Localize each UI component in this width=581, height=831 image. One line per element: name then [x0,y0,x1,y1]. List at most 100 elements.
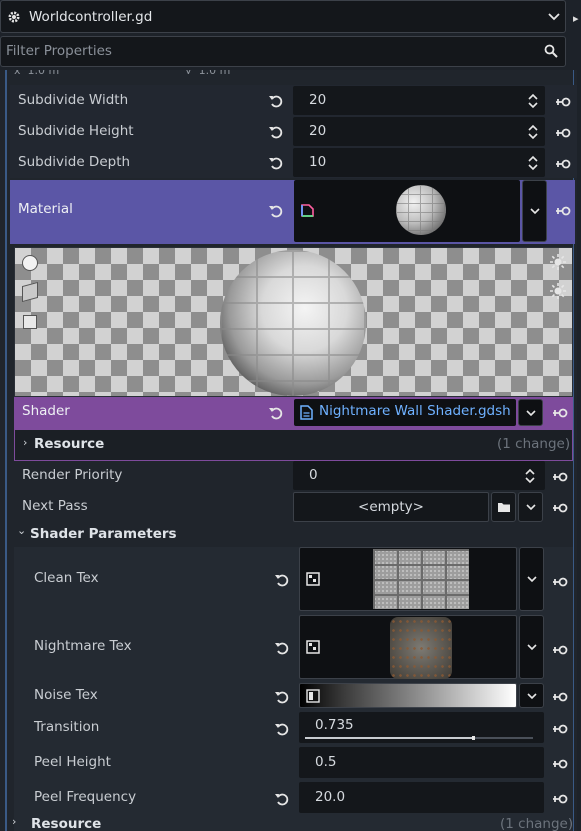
next-pass-label: Next Pass [22,498,88,514]
pin-icon[interactable] [552,644,568,656]
subdivide-height-field[interactable]: 20 [293,117,545,146]
next-pass-dropdown-button[interactable] [518,492,543,522]
object-selector[interactable]: Worldcontroller.gd [0,0,566,33]
spin-arrows-icon[interactable] [527,93,539,109]
revert-icon[interactable] [274,689,290,705]
noise-tex-label: Noise Tex [34,687,98,703]
quad-preview-icon[interactable] [23,315,37,329]
chevron-down-icon [527,576,537,583]
noise-tex-field[interactable] [299,683,517,708]
nesting-line [5,70,7,831]
resource-outer-row[interactable]: › Resource (1 change) [10,815,575,831]
preview-sphere [220,250,366,396]
revert-icon[interactable] [268,93,284,109]
pin-icon[interactable] [552,723,568,735]
chevron-down-icon [526,410,536,417]
chevron-right-icon: › [12,815,17,828]
material-preview [14,247,573,397]
box-preview-icon[interactable] [22,281,38,303]
pin-icon[interactable] [552,407,568,419]
spin-arrows-icon[interactable] [527,155,539,171]
pin-icon[interactable] [555,158,571,170]
subdivide-height-label: Subdivide Height [18,123,134,139]
revert-icon[interactable] [274,791,290,807]
pin-icon[interactable] [555,127,571,139]
peel-height-field[interactable]: 0.5 [299,747,544,778]
shader-resource-field[interactable]: Nightmare Wall Shader.gdsh [294,399,516,426]
resource-outer-changes: (1 change) [500,816,574,831]
chevron-down-icon [530,208,540,215]
resource-outer-label: Resource [31,816,102,831]
nightmare-tex-dropdown-button[interactable] [519,615,544,679]
spin-arrows-icon[interactable] [527,124,539,140]
revert-icon[interactable] [268,124,284,140]
next-pass-value: <empty> [358,499,424,515]
transition-slider-track[interactable] [305,736,533,740]
clean-tex-thumbnail [373,549,469,609]
gear-icon [8,11,20,23]
next-pass-field[interactable]: <empty> [293,492,489,522]
transition-field[interactable]: 0.735 [299,712,544,743]
gradient-icon [306,689,320,703]
transition-slider-grabber[interactable] [471,736,475,740]
nightmare-tex-field[interactable] [299,615,517,679]
pin-icon[interactable] [552,502,568,514]
pin-icon[interactable] [552,691,568,703]
pin-icon[interactable] [552,793,568,805]
material-resource-field[interactable] [294,180,520,242]
revert-icon[interactable] [268,203,284,219]
inspector-panel: x 1.0 m y 1.0 m Subdivide Width 20 Subdi… [0,70,577,831]
shader-dropdown-button[interactable] [518,399,543,426]
material-preview-thumbnail [396,185,446,235]
next-pass-load-button[interactable] [491,492,516,522]
peel-height-value: 0.5 [315,754,337,770]
spin-arrows-icon[interactable] [524,468,536,484]
overflow-icon[interactable]: ▸ [573,12,581,25]
filter-input[interactable] [6,43,526,59]
resource-inner-changes: (1 change) [497,436,571,452]
resource-inner-label: Resource [34,436,105,452]
light-toggle-icon[interactable] [550,254,566,270]
peel-frequency-value: 20.0 [315,789,346,805]
peel-frequency-field[interactable]: 20.0 [299,782,544,813]
transition-slider-fill [305,737,473,739]
subdivide-depth-field[interactable]: 10 [293,148,545,177]
material-label: Material [18,201,73,217]
search-icon[interactable] [544,44,558,58]
clean-tex-label: Clean Tex [34,570,99,586]
revert-icon[interactable] [274,640,290,656]
render-priority-value: 0 [309,467,318,483]
folder-icon [498,503,510,512]
pin-icon[interactable] [552,471,568,483]
pin-icon[interactable] [552,576,568,588]
noise-tex-dropdown-button[interactable] [519,683,544,708]
texture-icon [306,572,320,586]
revert-icon[interactable] [268,405,284,421]
subdivide-width-field[interactable]: 20 [293,86,545,115]
revert-icon[interactable] [274,572,290,588]
transition-label: Transition [34,719,100,735]
object-title: Worldcontroller.gd [29,9,153,25]
render-priority-label: Render Priority [22,467,123,483]
render-priority-field[interactable]: 0 [293,461,545,490]
shader-value: Nightmare Wall Shader.gdsh [319,403,511,419]
sphere-preview-icon[interactable] [22,255,38,271]
revert-icon[interactable] [274,721,290,737]
light-toggle-icon[interactable] [550,283,566,299]
pin-icon[interactable] [555,96,571,108]
peel-height-label: Peel Height [34,754,111,770]
chevron-down-icon [527,693,537,700]
material-dropdown-button[interactable] [522,180,547,242]
revert-icon[interactable] [268,155,284,171]
shader-parameters-section[interactable]: ⌄ Shader Parameters [14,523,573,547]
file-icon [300,405,313,420]
clean-tex-dropdown-button[interactable] [519,547,544,611]
clean-tex-field[interactable] [299,547,517,611]
resource-inner-row[interactable]: › Resource (1 change) [14,429,573,461]
transition-value: 0.735 [315,717,354,733]
pin-icon[interactable] [555,205,571,217]
pin-icon[interactable] [552,758,568,770]
chevron-down-icon[interactable] [548,13,560,21]
chevron-down-icon [526,504,536,511]
filter-bar [0,36,566,67]
